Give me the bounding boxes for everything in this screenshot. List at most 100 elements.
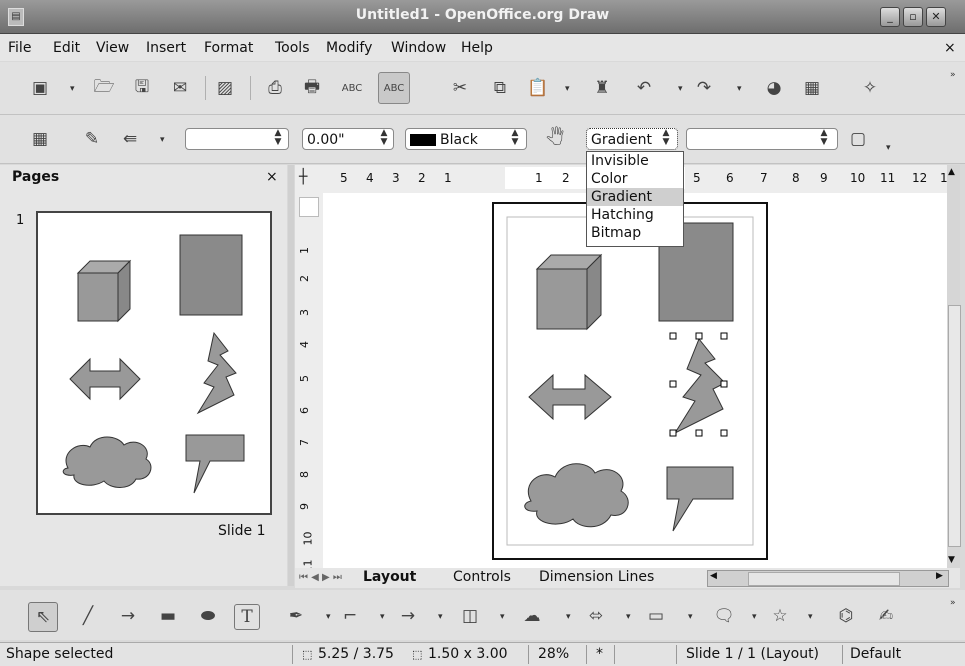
shadow-icon[interactable]: ▢ — [846, 127, 870, 151]
copy-icon[interactable]: ⧉ — [488, 76, 512, 100]
clone-formatting-icon[interactable]: ♜ — [590, 76, 614, 100]
scroll-left-arrow[interactable]: ◀ — [710, 571, 717, 581]
pages-panel-close-button[interactable]: × — [266, 169, 278, 185]
menu-edit[interactable]: Edit — [53, 40, 80, 56]
menu-insert[interactable]: Insert — [146, 40, 186, 56]
lines-arrows-dropdown-arrow[interactable]: ▾ — [438, 612, 443, 622]
close-window-button[interactable]: ✕ — [926, 7, 946, 27]
stars-tool-icon[interactable]: ☆ — [768, 604, 792, 628]
drawing-canvas[interactable] — [323, 193, 947, 568]
line-style-spinner[interactable]: ▲ ▼ — [270, 129, 286, 149]
block-arrows-tool-icon[interactable]: ⬄ — [584, 604, 608, 628]
redo-dropdown-arrow[interactable]: ▾ — [737, 84, 742, 94]
arrow-style-dropdown-arrow[interactable]: ▾ — [160, 135, 165, 145]
callouts-tool-icon[interactable]: 🗨 — [712, 604, 736, 628]
status-zoom[interactable]: 28% — [538, 646, 569, 662]
curve-tool-icon[interactable]: ✒ — [284, 604, 308, 628]
vertical-scrollbar[interactable]: ▲ ▼ — [947, 165, 961, 568]
save-icon[interactable]: 🖫 — [130, 76, 154, 100]
paste-dropdown-arrow[interactable]: ▾ — [565, 84, 570, 94]
toolbar-overflow-arrow[interactable]: ▾ — [886, 143, 891, 153]
tab-dimension-lines[interactable]: Dimension Lines — [539, 569, 654, 585]
minimize-button[interactable]: _ — [880, 7, 900, 27]
menu-view[interactable]: View — [96, 40, 129, 56]
horizontal-scroll-thumb[interactable] — [748, 572, 900, 586]
navigator-icon[interactable]: ✧ — [858, 76, 882, 100]
line-arrow-tool-icon[interactable]: → — [116, 604, 140, 628]
undo-icon[interactable]: ↶ — [632, 76, 656, 100]
basic-shapes-tool-icon[interactable]: ☁ — [520, 604, 544, 628]
3d-objects-tool-icon[interactable]: ◫ — [458, 604, 482, 628]
option-hatching[interactable]: Hatching — [587, 206, 683, 224]
arrow-style-icon[interactable]: ⇚ — [118, 127, 142, 151]
scroll-up-arrow[interactable]: ▲ — [948, 167, 955, 177]
toolbar-overflow-arrow[interactable]: » — [950, 598, 956, 608]
autospellcheck-icon[interactable]: ABC — [378, 72, 410, 104]
email-icon[interactable]: ✉ — [168, 76, 192, 100]
menu-help[interactable]: Help — [461, 40, 493, 56]
gallery-icon[interactable]: ▦ — [800, 76, 824, 100]
text-tool-icon[interactable]: T — [234, 604, 260, 630]
flowchart-dropdown-arrow[interactable]: ▾ — [688, 612, 693, 622]
connector-dropdown-arrow[interactable]: ▾ — [380, 612, 385, 622]
tab-layout[interactable]: Layout — [363, 569, 416, 585]
tab-navigation-arrows[interactable]: ⏮ ◀ ▶ ⏭ — [299, 572, 342, 583]
block-arrows-dropdown-arrow[interactable]: ▾ — [626, 612, 631, 622]
callouts-dropdown-arrow[interactable]: ▾ — [752, 612, 757, 622]
edit-file-icon[interactable]: ▨ — [213, 76, 237, 100]
ruler-origin-icon[interactable]: ┼ — [299, 169, 307, 185]
connector-tool-icon[interactable]: ⌐ — [338, 604, 362, 628]
area-style-spinner[interactable]: ▲ ▼ — [658, 129, 674, 149]
option-color[interactable]: Color — [587, 170, 683, 188]
horizontal-scrollbar[interactable]: ◀ ▶ — [707, 570, 949, 587]
print-icon[interactable]: 🖶 — [300, 76, 324, 100]
menu-window[interactable]: Window — [391, 40, 446, 56]
close-document-button[interactable]: × — [944, 40, 956, 56]
line-tool-icon[interactable]: ╱ — [76, 604, 100, 628]
area-fill-spinner[interactable]: ▲ ▼ — [816, 129, 832, 149]
select-pointer-icon[interactable]: ⇖ — [28, 602, 58, 632]
menu-tools[interactable]: Tools — [275, 40, 310, 56]
vertical-scroll-thumb[interactable] — [948, 305, 961, 547]
menu-modify[interactable]: Modify — [326, 40, 372, 56]
new-dropdown-arrow[interactable]: ▾ — [70, 84, 75, 94]
ellipse-tool-icon[interactable]: ⬬ — [196, 604, 220, 628]
redo-icon[interactable]: ↷ — [692, 76, 716, 100]
standard-toolbar: ▣ ▾ 🗁 🖫 ✉ ▨ ⎙ 🖶 ABC ABC ✂ ⧉ 📋 ▾ ♜ ↶ ▾ ↷ … — [0, 62, 965, 115]
export-pdf-icon[interactable]: ⎙ — [263, 76, 287, 100]
glue-points-tool-icon[interactable]: ✍ — [874, 604, 898, 628]
line-icon[interactable]: ✎ — [80, 127, 104, 151]
chart-icon[interactable]: ◕ — [762, 76, 786, 100]
option-gradient[interactable]: Gradient — [587, 188, 683, 206]
maximize-button[interactable]: ▫ — [903, 7, 923, 27]
scroll-down-arrow[interactable]: ▼ — [948, 555, 955, 565]
styles-icon[interactable]: ▦ — [28, 127, 52, 151]
panel-splitter[interactable] — [288, 165, 294, 586]
slide-thumbnail[interactable] — [36, 211, 272, 515]
new-document-icon[interactable]: ▣ — [28, 76, 52, 100]
lines-arrows-tool-icon[interactable]: → — [396, 604, 420, 628]
points-tool-icon[interactable]: ⌬ — [834, 604, 858, 628]
flowchart-tool-icon[interactable]: ▭ — [644, 604, 668, 628]
tab-controls[interactable]: Controls — [453, 569, 511, 585]
undo-dropdown-arrow[interactable]: ▾ — [678, 84, 683, 94]
paste-icon[interactable]: 📋 — [526, 76, 550, 100]
option-invisible[interactable]: Invisible — [587, 152, 683, 170]
basic-shapes-dropdown-arrow[interactable]: ▾ — [566, 612, 571, 622]
3d-objects-dropdown-arrow[interactable]: ▾ — [500, 612, 505, 622]
open-folder-icon[interactable]: 🗁 — [92, 76, 116, 100]
option-bitmap[interactable]: Bitmap — [587, 224, 683, 242]
toolbar-overflow-arrow[interactable]: » — [950, 70, 956, 80]
curve-dropdown-arrow[interactable]: ▾ — [326, 612, 331, 622]
stars-dropdown-arrow[interactable]: ▾ — [808, 612, 813, 622]
menu-format[interactable]: Format — [204, 40, 253, 56]
line-color-spinner[interactable]: ▲ ▼ — [507, 129, 523, 149]
spellcheck-icon[interactable]: ABC — [340, 76, 364, 100]
line-width-spinner[interactable]: ▲ ▼ — [376, 129, 392, 149]
scroll-right-arrow[interactable]: ▶ — [936, 571, 943, 581]
area-fill-icon[interactable]: 🖑 — [543, 127, 567, 151]
menu-file[interactable]: File — [8, 40, 31, 56]
rectangle-tool-icon[interactable]: ▬ — [156, 604, 180, 628]
ruler-tick-label: 12 — [912, 171, 928, 185]
cut-icon[interactable]: ✂ — [448, 76, 472, 100]
